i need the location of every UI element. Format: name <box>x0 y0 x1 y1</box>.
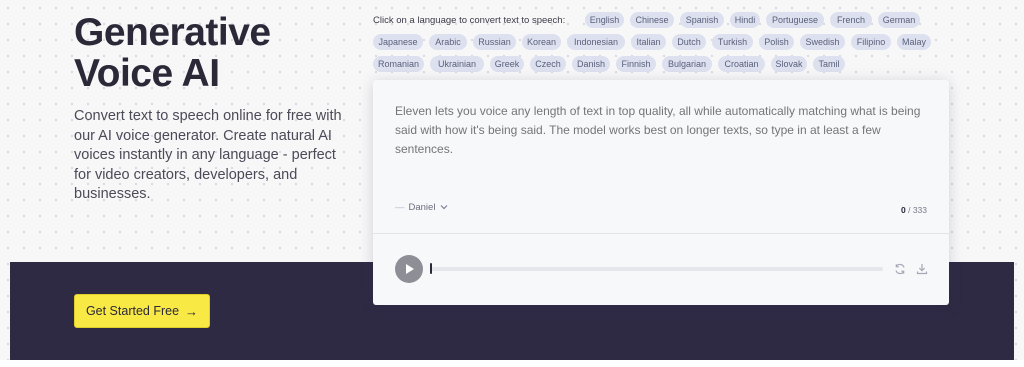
language-chip-finnish[interactable]: Finnish <box>616 56 656 72</box>
language-chip-croatian[interactable]: Croatian <box>718 56 765 72</box>
language-chip-russian[interactable]: Russian <box>473 34 516 50</box>
playback-progress-handle[interactable] <box>430 263 432 274</box>
voice-selector[interactable]: — Daniel <box>395 202 448 213</box>
play-icon <box>406 264 414 274</box>
hero-description: Convert text to speech online for free w… <box>74 108 342 202</box>
voice-prefix: — <box>395 202 405 213</box>
page-bottom-strip <box>0 360 1024 367</box>
language-chip-korean[interactable]: Korean <box>522 34 561 50</box>
language-chip-turkish[interactable]: Turkish <box>712 34 753 50</box>
refresh-icon[interactable] <box>893 262 907 276</box>
language-chip-greek[interactable]: Greek <box>490 56 524 72</box>
hero-title-line2: Voice AI <box>74 52 220 95</box>
language-chip-malay[interactable]: Malay <box>897 34 931 50</box>
character-count-max: 333 <box>912 205 927 215</box>
language-chip-romanian[interactable]: Romanian <box>373 56 424 72</box>
chevron-down-icon <box>440 203 448 212</box>
language-prompt: Click on a language to convert text to s… <box>373 15 566 26</box>
language-chip-italian[interactable]: Italian <box>631 34 666 50</box>
language-chip-spanish[interactable]: Spanish <box>680 12 724 28</box>
playback-progress-track[interactable] <box>430 267 883 271</box>
language-chip-danish[interactable]: Danish <box>572 56 610 72</box>
language-chip-japanese[interactable]: Japanese <box>373 34 423 50</box>
character-count: 0 / 333 <box>901 205 927 215</box>
language-chip-hindi[interactable]: Hindi <box>730 12 760 28</box>
hero-title: Generative Voice AI <box>74 12 364 94</box>
language-chip-arabic[interactable]: Arabic <box>429 34 467 50</box>
language-chip-dutch[interactable]: Dutch <box>672 34 706 50</box>
language-chip-chinese[interactable]: Chinese <box>630 12 674 28</box>
character-count-current: 0 <box>900 205 906 215</box>
get-started-button[interactable]: Get Started Free → <box>74 294 210 328</box>
download-icon[interactable] <box>915 262 929 276</box>
language-chip-bulgarian[interactable]: Bulgarian <box>662 56 712 72</box>
language-chip-polish[interactable]: Polish <box>759 34 794 50</box>
language-chip-filipino[interactable]: Filipino <box>851 34 891 50</box>
voice-name: Daniel <box>408 202 436 213</box>
language-chip-slovak[interactable]: Slovak <box>771 56 807 72</box>
character-count-separator: / <box>908 205 911 215</box>
language-chip-portuguese[interactable]: Portuguese <box>766 12 824 28</box>
tts-text-input[interactable] <box>395 102 933 192</box>
language-chip-tamil[interactable]: Tamil <box>813 56 845 72</box>
language-chip-german[interactable]: German <box>878 12 920 28</box>
language-chip-english[interactable]: English <box>585 12 624 28</box>
get-started-label: Get Started Free <box>85 304 180 318</box>
tts-panel: — Daniel 0 / 333 <box>373 80 949 305</box>
play-button[interactable] <box>395 255 423 283</box>
language-chip-czech[interactable]: Czech <box>530 56 566 72</box>
hero-title-line1: Generative <box>74 11 271 54</box>
language-chip-swedish[interactable]: Swedish <box>800 34 845 50</box>
panel-divider <box>373 233 949 234</box>
language-chip-indonesian[interactable]: Indonesian <box>567 34 625 50</box>
arrow-right-icon: → <box>185 303 199 319</box>
language-chip-french[interactable]: French <box>830 12 872 28</box>
language-chip-ukrainian[interactable]: Ukrainian <box>430 56 484 72</box>
